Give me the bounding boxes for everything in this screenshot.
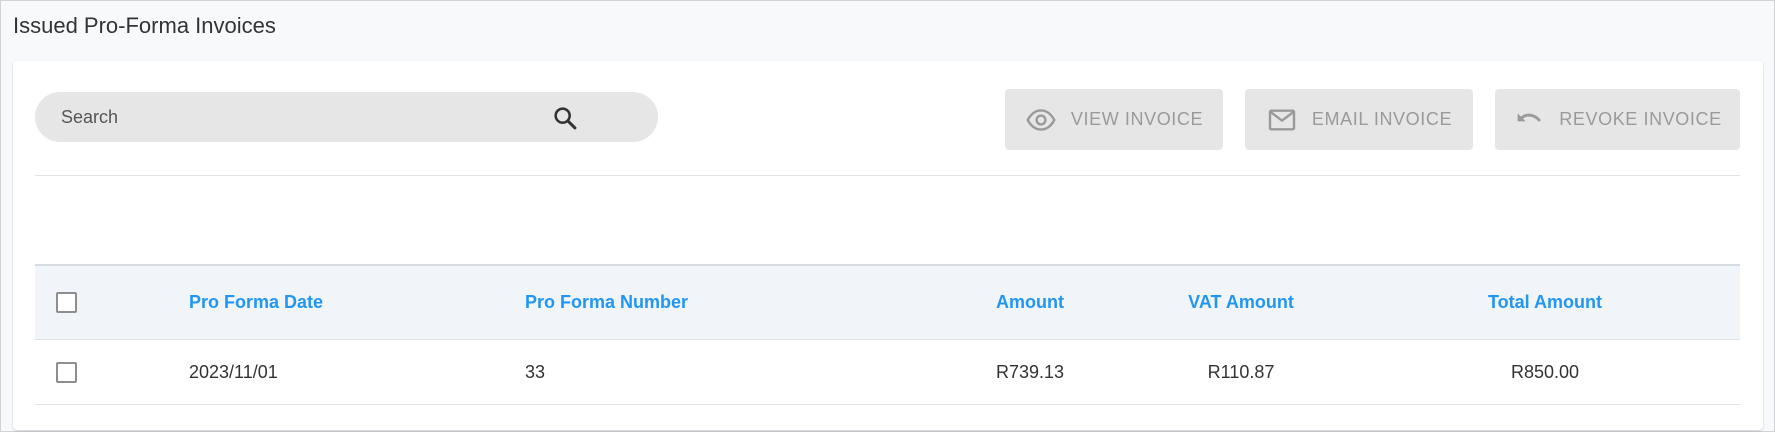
column-header-total[interactable]: Total Amount (1455, 266, 1635, 339)
search-icon[interactable] (551, 104, 579, 132)
toolbar-divider (35, 175, 1740, 176)
column-header-vat[interactable]: VAT Amount (1161, 266, 1321, 339)
cell-amount: R739.13 (995, 361, 1065, 382)
select-all-checkbox[interactable] (56, 292, 77, 313)
envelope-icon (1266, 104, 1298, 136)
column-header-date[interactable]: Pro Forma Date (189, 266, 469, 339)
view-invoice-button[interactable]: VIEW INVOICE (1005, 89, 1223, 150)
cell-vat: R110.87 (1207, 361, 1275, 382)
column-header-number[interactable]: Pro Forma Number (525, 266, 825, 339)
eye-icon (1025, 104, 1057, 136)
email-invoice-button[interactable]: EMAIL INVOICE (1245, 89, 1473, 150)
view-invoice-label: VIEW INVOICE (1070, 109, 1204, 129)
table-row[interactable]: 2023/11/01 33 R739.13 R110.87 R850.00 (35, 340, 1740, 405)
column-header-amount[interactable]: Amount (970, 266, 1090, 339)
row-select-cell (56, 340, 86, 404)
cell-date: 2023/11/01 (189, 361, 278, 382)
page-title: Issued Pro-Forma Invoices (13, 13, 276, 38)
undo-icon (1513, 104, 1545, 136)
table-header: Pro Forma Date Pro Forma Number Amount V… (35, 264, 1740, 340)
page-frame: Issued Pro-Forma Invoices VIEW INVOICE (0, 0, 1775, 432)
row-checkbox[interactable] (56, 361, 77, 383)
invoices-card: VIEW INVOICE EMAIL INVOICE REVOKE INVOIC… (13, 61, 1763, 430)
search-bar[interactable] (35, 92, 658, 142)
revoke-invoice-label: REVOKE INVOICE (1559, 109, 1722, 129)
invoices-table: Pro Forma Date Pro Forma Number Amount V… (35, 264, 1740, 405)
cell-number: 33 (525, 361, 546, 382)
email-invoice-label: EMAIL INVOICE (1311, 109, 1453, 129)
search-input[interactable] (61, 92, 541, 142)
select-all-cell (56, 266, 86, 339)
cell-total: R850.00 (1510, 361, 1580, 382)
revoke-invoice-button[interactable]: REVOKE INVOICE (1495, 89, 1740, 150)
